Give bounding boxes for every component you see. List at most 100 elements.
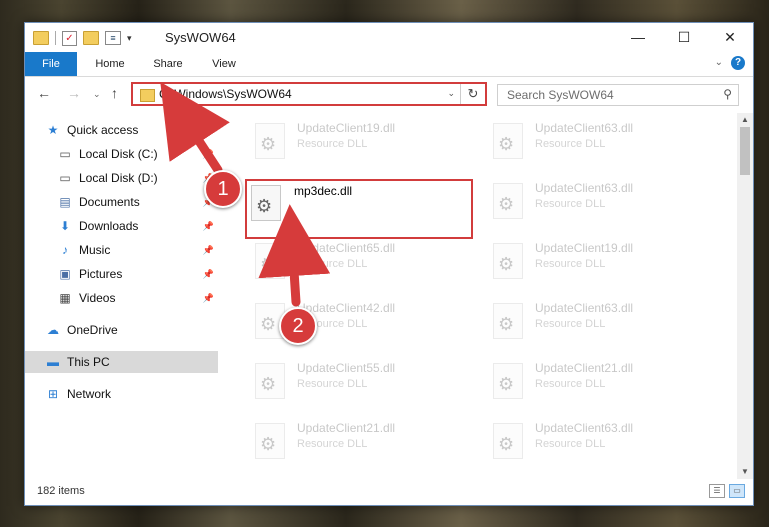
file-tile[interactable]: UpdateClient19.dll Resource DLL <box>249 119 469 169</box>
item-count: 182 items <box>37 485 85 497</box>
qat-dropdown-icon[interactable]: ▾ <box>127 33 132 44</box>
tab-home[interactable]: Home <box>83 52 137 76</box>
ribbon-tabs: File Home Share View ⌄ ? <box>25 52 753 77</box>
sidebar-item-videos[interactable]: ▦ Videos 📌 <box>57 287 218 309</box>
sidebar-item-local-disk-c[interactable]: ▭ Local Disk (C:) 📌 <box>57 143 218 165</box>
forward-arrow-icon[interactable]: → <box>67 85 81 101</box>
minimize-button[interactable]: — <box>615 23 661 52</box>
file-name: UpdateClient65.dll <box>297 241 396 255</box>
new-folder-icon[interactable] <box>83 31 99 45</box>
videos-icon: ▦ <box>59 291 71 305</box>
sidebar-item-label: Local Disk (C:) <box>79 147 158 161</box>
search-placeholder[interactable]: Search SysWOW64 <box>507 88 614 102</box>
scroll-up-icon[interactable]: ▲ <box>737 113 753 127</box>
file-name: UpdateClient63.dll <box>535 121 634 135</box>
search-icon[interactable]: ⚲ <box>723 87 732 101</box>
sidebar-item-this-pc[interactable]: ▬ This PC <box>25 351 218 373</box>
file-tile[interactable]: UpdateClient63.dll Resource DLL <box>487 419 707 469</box>
file-tile[interactable]: UpdateClient65.dll Resource DLL <box>249 239 469 289</box>
network-icon: ⊞ <box>47 387 59 401</box>
file-tile[interactable]: UpdateClient21.dll Resource DLL <box>249 419 469 469</box>
sidebar-item-downloads[interactable]: ⬇ Downloads 📌 <box>57 215 218 237</box>
customize-icon[interactable]: ≡ <box>105 31 121 45</box>
file-list: UpdateClient19.dll Resource DLL UpdateCl… <box>243 113 733 479</box>
expand-ribbon-icon[interactable]: ⌄ <box>715 57 723 68</box>
file-name: UpdateClient19.dll <box>297 121 396 135</box>
dll-file-icon <box>493 423 523 459</box>
properties-check-icon[interactable]: ✓ <box>62 30 77 46</box>
file-tile[interactable]: UpdateClient63.dll Resource DLL <box>487 299 707 349</box>
help-icon[interactable]: ? <box>731 56 745 70</box>
sidebar-item-label: Quick access <box>67 123 139 137</box>
folder-icon <box>33 31 49 45</box>
file-name: mp3dec.dll <box>294 184 353 198</box>
up-arrow-icon[interactable]: ↑ <box>111 85 118 101</box>
dll-file-icon <box>255 423 285 459</box>
address-bar[interactable]: C:\Windows\SysWOW64 ⌄ ↻ <box>131 82 487 106</box>
back-arrow-icon[interactable]: ← <box>37 85 51 101</box>
file-name: UpdateClient21.dll <box>297 421 396 435</box>
file-tile[interactable]: UpdateClient19.dll Resource DLL <box>487 239 707 289</box>
dll-file-icon <box>255 123 285 159</box>
sidebar-item-label: Network <box>67 387 112 401</box>
scroll-thumb[interactable] <box>740 127 750 175</box>
tab-share[interactable]: Share <box>143 52 193 76</box>
pin-icon: 📌 <box>202 220 214 231</box>
sidebar-item-quick-access[interactable]: ★ Quick access <box>45 119 218 141</box>
pin-icon: 📌 <box>202 292 214 303</box>
file-tile[interactable]: UpdateClient63.dll Resource DLL <box>487 119 707 169</box>
documents-icon: ▤ <box>59 195 71 209</box>
close-button[interactable]: ✕ <box>707 23 753 52</box>
file-type: Resource DLL <box>535 318 606 330</box>
sidebar-item-documents[interactable]: ▤ Documents 📌 <box>57 191 218 213</box>
sidebar-item-label: Music <box>79 243 111 257</box>
tab-file[interactable]: File <box>25 52 77 76</box>
cloud-icon: ☁ <box>47 323 59 337</box>
file-tile[interactable]: UpdateClient55.dll Resource DLL <box>249 359 469 409</box>
address-path[interactable]: C:\Windows\SysWOW64 <box>159 87 292 101</box>
sidebar-item-pictures[interactable]: ▣ Pictures 📌 <box>57 263 218 285</box>
status-bar: 182 items ☰ ▭ <box>25 479 753 505</box>
sidebar-item-label: Downloads <box>79 219 139 233</box>
sidebar-item-network[interactable]: ⊞ Network <box>45 383 218 405</box>
step-badge-1: 1 <box>204 170 242 208</box>
file-type: Resource DLL <box>297 438 368 450</box>
file-tile-highlighted[interactable]: mp3dec.dll <box>245 179 473 239</box>
view-toggle: ☰ ▭ <box>709 484 745 498</box>
refresh-icon[interactable]: ↻ <box>460 84 485 104</box>
pin-icon: 📌 <box>202 148 214 159</box>
sidebar-item-music[interactable]: ♪ Music 📌 <box>57 239 218 261</box>
dll-file-icon <box>251 185 281 221</box>
details-view-icon[interactable]: ☰ <box>709 484 725 498</box>
large-icons-view-icon[interactable]: ▭ <box>729 484 745 498</box>
file-type: Resource DLL <box>535 138 606 150</box>
tab-view[interactable]: View <box>201 52 247 76</box>
search-box[interactable]: Search SysWOW64 ⚲ <box>497 84 739 106</box>
file-name: UpdateClient63.dll <box>535 301 634 315</box>
maximize-button[interactable]: ☐ <box>661 23 707 52</box>
sidebar-item-local-disk-d[interactable]: ▭ Local Disk (D:) 📌 <box>57 167 218 189</box>
vertical-scrollbar[interactable]: ▲ ▼ <box>737 113 753 479</box>
downloads-icon: ⬇ <box>59 219 71 233</box>
explorer-window: ✓ ≡ ▾ SysWOW64 — ☐ ✕ File Home Share Vie… <box>24 22 754 506</box>
file-tile[interactable]: UpdateClient21.dll Resource DLL <box>487 359 707 409</box>
address-dropdown-icon[interactable]: ⌄ <box>447 88 455 99</box>
dll-file-icon <box>255 243 285 279</box>
file-type: Resource DLL <box>535 378 606 390</box>
sidebar-item-label: This PC <box>67 355 110 369</box>
pictures-icon: ▣ <box>59 267 71 281</box>
sidebar-item-onedrive[interactable]: ☁ OneDrive <box>45 319 218 341</box>
pin-icon: 📌 <box>202 244 214 255</box>
sidebar-item-label: Local Disk (D:) <box>79 171 158 185</box>
sidebar-item-label: Videos <box>79 291 116 305</box>
scroll-down-icon[interactable]: ▼ <box>737 465 753 479</box>
drive-icon: ▭ <box>59 171 71 185</box>
dll-file-icon <box>255 363 285 399</box>
title-bar: ✓ ≡ ▾ SysWOW64 — ☐ ✕ <box>25 23 753 52</box>
file-name: UpdateClient63.dll <box>535 181 634 195</box>
quick-access-toolbar: ✓ ≡ ▾ <box>33 29 132 47</box>
recent-locations-icon[interactable]: ⌄ <box>93 89 101 100</box>
file-type: Resource DLL <box>535 198 606 210</box>
dll-file-icon <box>493 243 523 279</box>
file-tile[interactable]: UpdateClient63.dll Resource DLL <box>487 179 707 229</box>
